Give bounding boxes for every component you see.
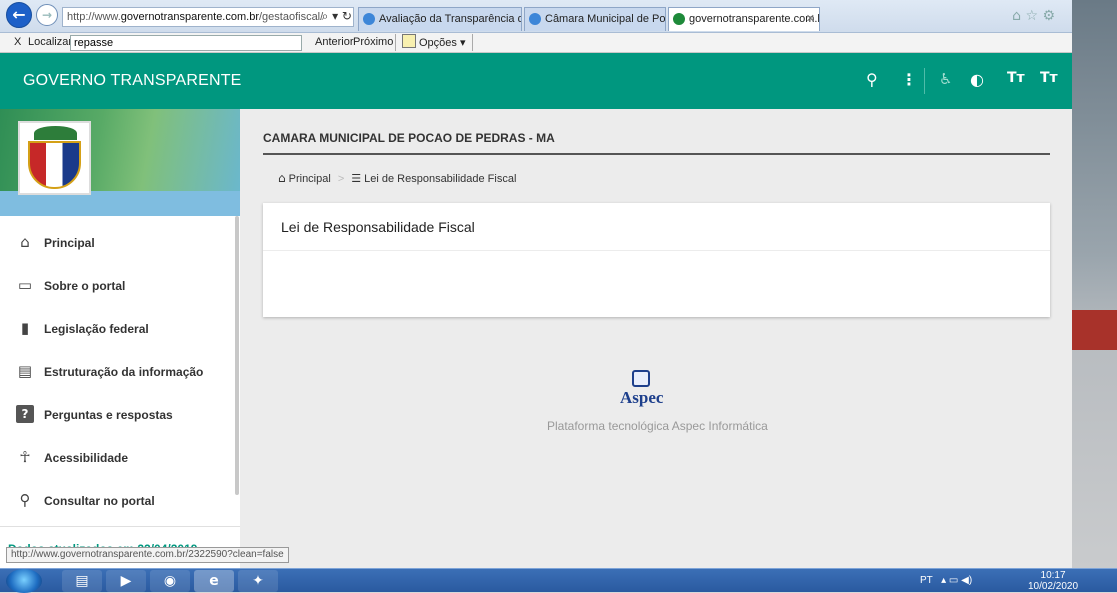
aspec-logo[interactable]: Aspec [620,370,664,410]
sidebar-item-perguntas[interactable]: ? Perguntas e respostas [0,393,236,436]
platform-credit: Plataforma tecnológica Aspec Informática [547,419,768,433]
home-icon: ⌂ [20,233,30,251]
folder-icon: ▭ [17,276,33,294]
accessibility-icon[interactable]: ♿ [939,70,952,88]
language-indicator[interactable]: PT [920,575,933,586]
tray-icons[interactable]: ▴ ▭ ◀) [941,575,972,586]
highlight-icon [402,34,416,48]
sidebar-item-label: Estruturação da informação [44,365,204,379]
browser-tab-active[interactable]: governotransparente.com.br ✕ [668,7,820,31]
font-increase-icon[interactable]: Tт [1007,70,1025,86]
breadcrumb-current: Lei de Responsabilidade Fiscal [364,173,517,185]
chrome-taskbar-icon[interactable]: ◉ [150,570,190,592]
explorer-taskbar-icon[interactable]: ▤ [62,570,102,592]
forward-button[interactable]: → [36,4,58,26]
breadcrumb-home[interactable]: Principal [289,173,331,185]
font-decrease-icon[interactable]: Tт [1040,70,1058,86]
search-icon: ⚲ [19,491,31,509]
site-favicon-icon [673,13,685,25]
browser-tab[interactable]: Avaliação da Transparência do... [358,7,522,31]
site-brand[interactable]: GOVERNO TRANSPARENTE [23,72,242,90]
browser-status-url: http://www.governotransparente.com.br/23… [6,547,289,563]
find-bar: X Localizar: Anterior Próximo Opções ▾ [0,33,1117,53]
media-taskbar-icon[interactable]: ▶ [106,570,146,592]
find-previous-button[interactable]: Anterior [315,33,354,52]
sidebar-item-acessibilidade[interactable]: ☥ Acessibilidade [0,436,236,479]
close-tab-icon[interactable]: ✕ [806,8,815,30]
header-divider [924,68,925,94]
desktop-background [1072,0,1117,568]
url-prefix: http://www. [67,11,121,23]
app-taskbar-icon[interactable]: ✦ [238,570,278,592]
breadcrumb: ⌂ Principal > ☰ Lei de Responsabilidade Fisc… [278,171,516,185]
crest-shield [28,141,81,189]
card-divider [263,250,1050,251]
find-label: Localizar: [28,36,76,48]
content-card: Lei de Responsabilidade Fiscal [263,203,1050,317]
sidebar-divider [0,526,240,527]
list-icon: ☰ [351,172,362,185]
ie-taskbar-icon[interactable]: e [194,570,234,592]
tab-label: Câmara Municipal de Poção d... [545,13,666,25]
find-options-label: Opções ▾ [419,37,466,49]
browser-tab[interactable]: Câmara Municipal de Poção d... [524,7,666,31]
sidebar-item-label: Principal [44,236,95,250]
search-icon[interactable]: ⚲ [866,70,878,89]
system-tray[interactable]: PT ▴ ▭ ◀) [920,569,972,593]
site-header: GOVERNO TRANSPARENTE ⚲ ⋮ ♿ ◐ Tт Tт [0,53,1072,109]
help-icon: ? [16,405,34,423]
tab-label: governotransparente.com.br [689,13,820,25]
aspec-emblem-icon [632,370,650,387]
sidebar-item-sobre[interactable]: ▭ Sobre o portal [0,264,236,307]
accessibility-icon: ☥ [19,448,31,466]
sidebar-item-consultar[interactable]: ⚲ Consultar no portal [0,479,236,522]
sidebar-scrollbar[interactable] [235,216,239,495]
close-find-icon[interactable]: X [14,33,21,52]
sidebar-item-estruturacao[interactable]: ▤ Estruturação da informação [0,350,236,393]
browser-tab-bar: ← → http://www.governotransparente.com.b… [0,0,1117,33]
web-page: GOVERNO TRANSPARENTE ⚲ ⋮ ♿ ◐ Tт Tт ⌂ Pri… [0,53,1072,568]
url-domain: governotransparente.com.br [120,11,259,23]
title-underline [263,153,1050,155]
crest-crown [34,126,77,140]
back-button[interactable]: ← [6,2,32,28]
clock-date: 10/02/2020 [1028,581,1079,592]
sidebar-banner [0,109,240,216]
card-title: Lei de Responsabilidade Fiscal [281,219,475,235]
municipal-crest-logo[interactable] [18,121,91,195]
clock-time: 10:17 [1040,570,1066,581]
aspec-wordmark: Aspec [620,388,664,407]
address-tools[interactable]: ⌕ ▾ ↻ [300,7,356,27]
windows-taskbar: ▤ ▶ ◉ e ✦ PT ▴ ▭ ◀) 10:17 10/02/2020 [0,568,1117,593]
find-next-button[interactable]: Próximo [353,33,393,52]
ie-icon [529,13,541,25]
sidebar-item-label: Perguntas e respostas [44,408,173,422]
sidebar: ⌂ Principal ▭ Sobre o portal ▮ Legislaçã… [0,109,240,568]
contrast-icon[interactable]: ◐ [970,70,984,89]
sidebar-item-legislacao[interactable]: ▮ Legislação federal [0,307,236,350]
home-icon: ⌂ [278,171,286,185]
taskbar-clock[interactable]: 10:17 10/02/2020 [1028,570,1078,592]
sidebar-item-label: Consultar no portal [44,494,155,508]
list-icon: ▤ [17,362,33,380]
ie-icon [363,13,375,25]
sidebar-item-label: Sobre o portal [44,279,126,293]
browser-toolbar-icons[interactable]: ⌂ ☆ ⚙ [1012,8,1055,24]
breadcrumb-separator: > [337,173,345,185]
tab-label: Avaliação da Transparência do... [379,13,521,25]
sidebar-item-label: Legislação federal [44,322,149,336]
find-options-button[interactable]: Opções ▾ [395,34,473,51]
sidebar-item-label: Acessibilidade [44,451,129,465]
document-icon: ▮ [20,319,30,337]
start-button[interactable] [6,569,42,593]
find-input[interactable] [70,35,302,51]
sidebar-item-principal[interactable]: ⌂ Principal [0,221,236,264]
desktop-object [1072,310,1117,350]
more-vert-icon[interactable]: ⋮ [901,70,917,89]
page-title: CAMARA MUNICIPAL DE POCAO DE PEDRAS - MA [263,131,555,145]
